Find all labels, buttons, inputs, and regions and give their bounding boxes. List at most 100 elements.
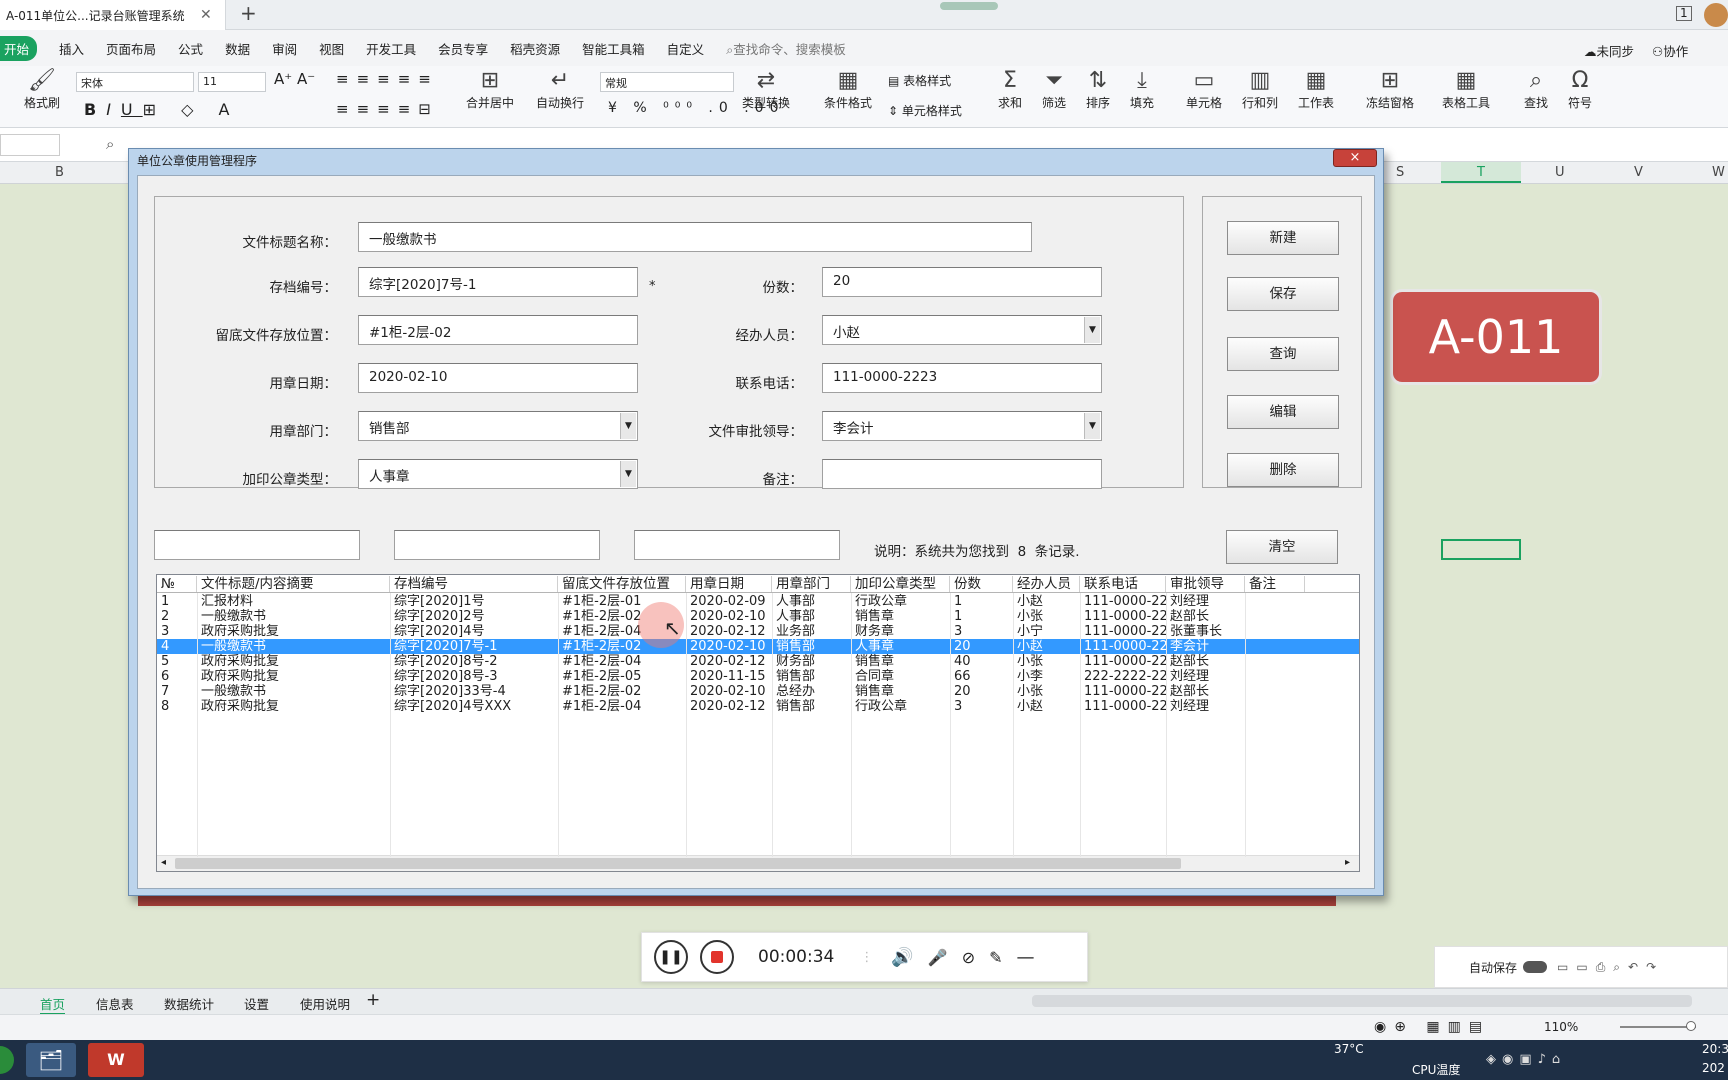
font-size-select[interactable]: 11 — [198, 72, 266, 92]
microphone-icon[interactable]: 🎤 — [928, 948, 948, 967]
cell-button[interactable]: ▭ 单元格 — [1186, 68, 1222, 111]
table-style-button[interactable]: ▤ 表格样式 — [888, 72, 951, 89]
sheet-tab-settings[interactable]: 设置 — [244, 994, 269, 1013]
stop-button[interactable] — [700, 940, 734, 974]
table-row[interactable]: 6 政府采购批复 综字[2020]8号-3 #1柜-2层-05 2020-11-15 销售… — [157, 669, 1359, 684]
title-input[interactable]: 一般缴款书 — [358, 222, 1032, 252]
add-sheet-icon[interactable]: + — [366, 990, 380, 1010]
table-row[interactable]: 3 政府采购批复 综字[2020]4号 #1柜-2层-04 2020-02-12 业务部财… — [157, 624, 1359, 639]
delete-button[interactable]: 删除 — [1227, 453, 1339, 487]
font-style-buttons[interactable]: BIU⊞ ◇ A — [84, 100, 239, 119]
document-tab[interactable]: A-011单位公...记录台账管理系统 ✕ — [0, 0, 226, 30]
filter-input-3[interactable] — [634, 530, 840, 560]
selected-cell[interactable] — [1441, 539, 1521, 560]
menu-insert[interactable]: 插入 — [59, 39, 84, 58]
row-col-button[interactable]: ▥ 行和列 — [1242, 68, 1278, 111]
sheet-tab-home[interactable]: 首页 — [40, 994, 66, 1015]
sync-status[interactable]: ☁未同步 — [1584, 41, 1634, 60]
font-name-select[interactable]: 宋体 — [76, 72, 194, 92]
menu-developer[interactable]: 开发工具 — [366, 39, 416, 58]
table-row[interactable]: 2 一般缴款书 综字[2020]2号 #1柜-2层-02 2020-02-10 人事部 销售… — [157, 609, 1359, 624]
menu-data[interactable]: 数据 — [225, 39, 250, 58]
edit-button[interactable]: 编辑 — [1227, 395, 1339, 429]
worksheet-button[interactable]: ▦ 工作表 — [1298, 68, 1334, 111]
col-header-s[interactable]: S — [1396, 165, 1404, 180]
wps-icon[interactable]: W — [88, 1043, 144, 1077]
dept-select[interactable]: 销售部 ▼ — [358, 411, 638, 441]
type-convert-button[interactable]: ⇄ 类型转换 — [742, 68, 790, 111]
list-header-cell[interactable]: 用章日期 — [686, 576, 772, 592]
zoom-slider[interactable] — [1620, 1026, 1696, 1028]
format-brush-button[interactable]: 🖌 格式刷 — [24, 68, 60, 111]
col-header-t[interactable]: T — [1441, 162, 1521, 183]
new-button[interactable]: 新建 — [1227, 221, 1339, 255]
chevron-down-icon[interactable]: ▼ — [1084, 317, 1100, 343]
conditional-format-button[interactable]: ▦ 条件格式 — [824, 68, 872, 111]
clear-button[interactable]: 清空 — [1226, 530, 1338, 564]
cell-style-button[interactable]: ⇕ 单元格样式 — [888, 102, 962, 119]
approver-select[interactable]: 李会计 ▼ — [822, 411, 1102, 441]
fill-button[interactable]: ⤓ 填充 — [1130, 68, 1154, 111]
menu-start[interactable]: 开始 — [0, 35, 38, 61]
wrap-text-button[interactable]: ↵ 自动换行 — [536, 68, 584, 111]
tray-icons[interactable]: ◈◉▣♪⌂ — [1486, 1052, 1566, 1067]
menu-custom[interactable]: 自定义 — [667, 39, 705, 58]
zoom-level[interactable]: 110% — [1544, 1020, 1578, 1034]
col-header-u[interactable]: U — [1555, 165, 1565, 180]
list-header-cell[interactable]: 审批领导 — [1166, 576, 1245, 592]
list-header-cell[interactable]: 用章部门 — [772, 576, 851, 592]
autosave-toggle[interactable] — [1523, 961, 1548, 973]
new-tab-button[interactable]: + — [240, 1, 257, 25]
name-box[interactable] — [0, 134, 60, 156]
window-count-icon[interactable]: 1 — [1676, 6, 1692, 21]
pen-icon[interactable]: ✎ — [989, 948, 1002, 967]
speaker-icon[interactable]: 🔊 — [891, 947, 913, 968]
scroll-right-icon[interactable]: ▸ — [1345, 857, 1350, 868]
seal-type-select[interactable]: 人事章 ▼ — [358, 459, 638, 489]
col-header-w[interactable]: W — [1712, 165, 1725, 180]
sum-button[interactable]: Σ 求和 — [998, 68, 1022, 111]
sheet-badge-shape[interactable]: A-011 — [1390, 289, 1602, 385]
minimize-icon[interactable]: — — [1017, 947, 1035, 968]
handler-select[interactable]: 小赵 ▼ — [822, 315, 1102, 345]
menu-review[interactable]: 审阅 — [272, 39, 297, 58]
table-row[interactable]: 7 一般缴款书 综字[2020]33号-4 #1柜-2层-02 2020-02-10 总经… — [157, 684, 1359, 699]
menu-page-layout[interactable]: 页面布局 — [106, 39, 156, 58]
chevron-down-icon[interactable]: ▼ — [620, 413, 636, 439]
avatar[interactable] — [1704, 3, 1728, 27]
file-explorer-icon[interactable]: 🗂 — [26, 1043, 76, 1077]
sort-button[interactable]: ⇅ 排序 — [1086, 68, 1110, 111]
filter-button[interactable]: ⏷ 筛选 — [1042, 68, 1066, 111]
close-tab-icon[interactable]: ✕ — [200, 7, 212, 23]
horizontal-scrollbar[interactable]: ◂ ▸ — [157, 855, 1359, 871]
symbol-button[interactable]: Ω 符号 — [1568, 68, 1592, 111]
list-header-cell[interactable]: № — [157, 576, 197, 592]
menu-smart-tools[interactable]: 智能工具箱 — [582, 39, 645, 58]
filter-input-1[interactable] — [154, 530, 360, 560]
chevron-down-icon[interactable]: ▼ — [620, 461, 636, 487]
col-header-b[interactable]: B — [55, 165, 64, 180]
menu-view[interactable]: 视图 — [319, 39, 344, 58]
records-list[interactable]: № 文件标题/内容摘要 存档编号 留底文件存放位置 用章日期 用章部门 加印公章类型 份数 经办… — [156, 574, 1360, 872]
table-row[interactable]: 8 政府采购批复 综字[2020]4号XXX #1柜-2层-04 2020-02-12 销… — [157, 699, 1359, 714]
save-button[interactable]: 保存 — [1227, 277, 1339, 311]
horizontal-scroll[interactable] — [1032, 995, 1692, 1007]
zoom-formula-icon[interactable]: ⌕ — [106, 135, 114, 153]
table-tools-button[interactable]: ▦ 表格工具 — [1442, 68, 1490, 111]
quick-actions-icons[interactable]: ▭▭⎙⌕↶↷ — [1557, 960, 1664, 975]
find-button[interactable]: ⌕ 查找 — [1524, 68, 1548, 111]
list-header-cell[interactable]: 文件标题/内容摘要 — [197, 576, 390, 592]
archive-no-input[interactable]: 综字[2020]7号-1 — [358, 267, 638, 297]
scrollbar-thumb[interactable] — [175, 858, 1181, 869]
window-drag-handle[interactable] — [940, 2, 998, 10]
copies-input[interactable]: 20 — [822, 267, 1102, 297]
chevron-down-icon[interactable]: ▼ — [1084, 413, 1100, 439]
align-buttons-2[interactable]: ≡≡≡≡⊟ — [336, 100, 439, 118]
filter-input-2[interactable] — [394, 530, 600, 560]
menu-docer[interactable]: 稻壳资源 — [510, 39, 560, 58]
sheet-tab-stats[interactable]: 数据统计 — [164, 994, 214, 1013]
sheet-tab-info[interactable]: 信息表 — [96, 994, 134, 1013]
number-format-select[interactable]: 常规 — [600, 72, 734, 92]
freeze-panes-button[interactable]: ⊞ 冻结窗格 — [1366, 68, 1414, 111]
query-button[interactable]: 查询 — [1227, 337, 1339, 371]
